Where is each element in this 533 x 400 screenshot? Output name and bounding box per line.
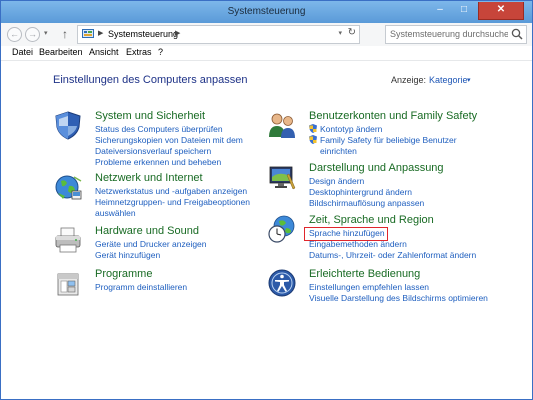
link-recommend-settings[interactable]: Einstellungen empfehlen lassen (309, 282, 479, 293)
category-links: Kontotyp ändern Family Safety für belieb… (309, 124, 479, 157)
forward-button[interactable]: → (25, 27, 40, 42)
link-adjust-resolution[interactable]: Bildschirmauflösung anpassen (309, 198, 479, 209)
maximize-button[interactable]: □ (452, 2, 476, 19)
link-label[interactable]: Kontotyp ändern (320, 124, 382, 134)
ease-of-access-icon[interactable] (267, 268, 297, 298)
search-input[interactable] (390, 28, 508, 40)
control-panel-icon (82, 29, 94, 38)
link-family-safety-1[interactable]: Family Safety für beliebige Benutzer (309, 135, 479, 146)
link-family-safety-2[interactable]: einrichten (309, 146, 479, 157)
uac-shield-icon (309, 135, 317, 144)
refresh-icon[interactable]: ↻ (348, 27, 356, 38)
menu-file[interactable]: Datei (12, 47, 33, 57)
programs-icon[interactable] (53, 268, 83, 298)
category-links: Status des Computers überprüfen Sicherun… (95, 124, 265, 168)
address-toolbar: ← → ▾ ↑ ▶ Systemsteuerung ▶ ▾ ↻ (1, 23, 532, 47)
link-troubleshoot[interactable]: Probleme erkennen und beheben (95, 157, 265, 168)
menu-edit[interactable]: Bearbeiten (39, 47, 83, 57)
address-dropdown-icon[interactable]: ▾ (338, 29, 342, 37)
recent-locations-button[interactable]: ▾ (44, 28, 52, 40)
control-panel-window: Systemsteuerung – □ ✕ ← → ▾ ↑ ▶ Systemst… (0, 0, 533, 400)
back-button[interactable]: ← (7, 27, 22, 42)
link-change-theme[interactable]: Design ändern (309, 176, 479, 187)
category-links: Netzwerkstatus und -aufgaben anzeigen He… (95, 186, 265, 219)
link-homegroup-2[interactable]: auswählen (95, 208, 265, 219)
link-optimize-display[interactable]: Visuelle Darstellung des Bildschirms opt… (309, 293, 488, 304)
security-shield-icon[interactable] (53, 110, 83, 140)
users-icon[interactable] (267, 110, 297, 140)
category-links: Programm deinstallieren (95, 282, 265, 293)
link-file-history-1[interactable]: Sicherungskopien von Dateien mit dem (95, 135, 265, 146)
category-links: Einstellungen empfehlen lassen Visuelle … (309, 282, 488, 304)
breadcrumb-separator-icon[interactable]: ▶ (98, 29, 103, 37)
search-box[interactable] (385, 25, 527, 44)
breadcrumb-separator-icon[interactable]: ▶ (175, 29, 180, 37)
page-title: Einstellungen des Computers anpassen (53, 74, 248, 86)
link-change-account-type[interactable]: Kontotyp ändern (309, 124, 479, 135)
category-links: Design ändern Desktophintergrund ändern … (309, 176, 479, 209)
search-icon[interactable] (510, 27, 524, 41)
display-personalization-icon[interactable] (267, 162, 297, 192)
chevron-down-icon[interactable]: ▾ (467, 76, 471, 84)
link-check-status[interactable]: Status des Computers überprüfen (95, 124, 265, 135)
breadcrumb-item[interactable]: Systemsteuerung (108, 29, 178, 39)
category-title[interactable]: Netzwerk und Internet (95, 172, 203, 184)
category-title[interactable]: Hardware und Sound (95, 225, 199, 237)
clock-globe-icon[interactable] (267, 214, 297, 244)
address-field[interactable]: ▶ Systemsteuerung ▶ ▾ ↻ (77, 25, 360, 44)
highlight-box (304, 227, 388, 241)
menu-help[interactable]: ? (158, 47, 163, 57)
link-homegroup-1[interactable]: Heimnetzgruppen- und Freigabeoptionen (95, 197, 265, 208)
link-network-status[interactable]: Netzwerkstatus und -aufgaben anzeigen (95, 186, 265, 197)
link-file-history-2[interactable]: Dateiversionsverlauf speichern (95, 146, 265, 157)
category-title[interactable]: System und Sicherheit (95, 110, 205, 122)
category-title[interactable]: Benutzerkonten und Family Safety (309, 110, 477, 122)
globe-network-icon[interactable] (53, 172, 83, 202)
title-bar[interactable]: Systemsteuerung – □ ✕ (1, 1, 532, 23)
menu-bar: Datei Bearbeiten Ansicht Extras ? (1, 46, 532, 61)
category-view: Einstellungen des Computers anpassen Anz… (1, 61, 532, 399)
menu-view[interactable]: Ansicht (89, 47, 119, 57)
category-links: Geräte und Drucker anzeigen Gerät hinzuf… (95, 239, 265, 261)
link-label[interactable]: Family Safety für beliebige Benutzer (320, 135, 457, 145)
link-uninstall-program[interactable]: Programm deinstallieren (95, 282, 265, 293)
link-change-background[interactable]: Desktophintergrund ändern (309, 187, 479, 198)
view-by-dropdown[interactable]: Kategorie (429, 75, 468, 85)
link-add-device[interactable]: Gerät hinzufügen (95, 250, 265, 261)
minimize-button[interactable]: – (428, 2, 452, 19)
category-title[interactable]: Programme (95, 268, 152, 280)
link-change-formats[interactable]: Datums-, Uhrzeit- oder Zahlenformat ände… (309, 250, 479, 261)
view-by-label: Anzeige: (391, 75, 427, 85)
category-title[interactable]: Darstellung und Anpassung (309, 162, 444, 174)
category-title[interactable]: Zeit, Sprache und Region (309, 214, 434, 226)
up-button[interactable]: ↑ (58, 26, 72, 42)
uac-shield-icon (309, 124, 317, 133)
menu-tools[interactable]: Extras (126, 47, 152, 57)
close-button[interactable]: ✕ (478, 2, 524, 20)
category-title[interactable]: Erleichterte Bedienung (309, 268, 420, 280)
link-devices-printers[interactable]: Geräte und Drucker anzeigen (95, 239, 265, 250)
printer-icon[interactable] (53, 225, 83, 255)
